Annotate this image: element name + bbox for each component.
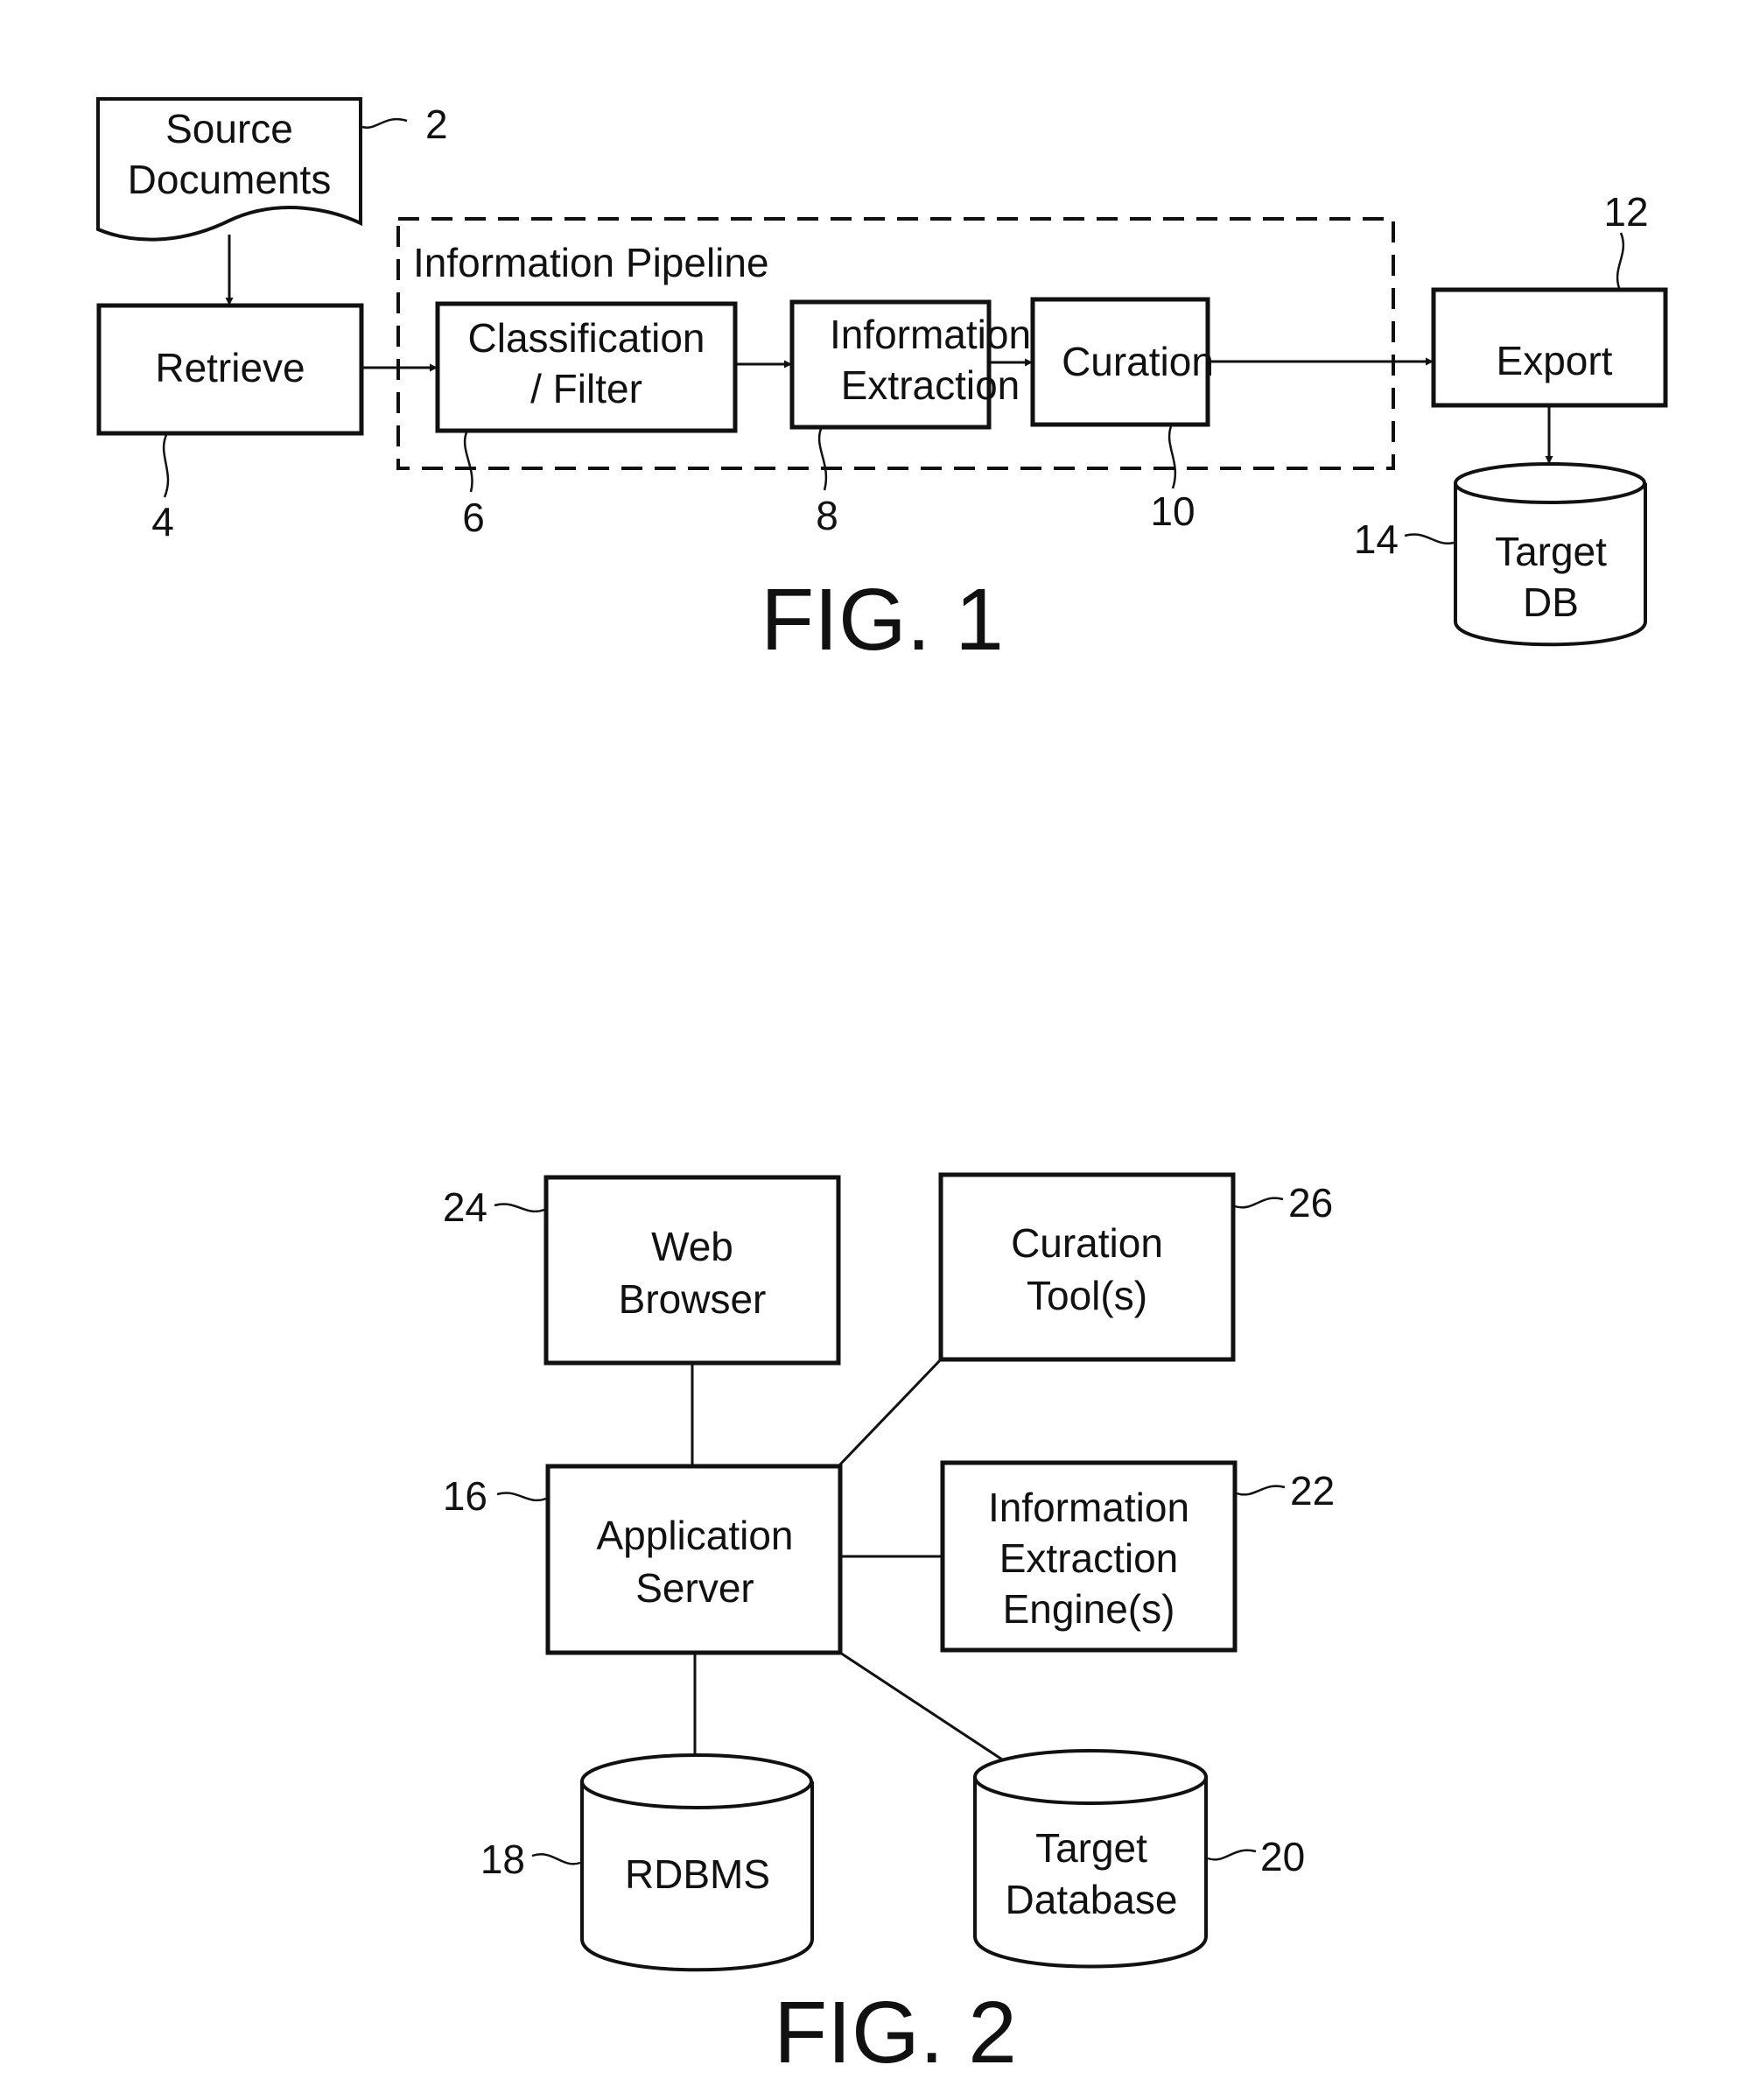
node-label-line-1: Target [1495,529,1607,574]
leader-line-18 [531,1853,581,1865]
node-label-line-1: Application [596,1513,793,1558]
cylinder-top [973,1749,1208,1805]
node-rdbms[interactable]: RDBMS [580,1753,814,1972]
node-curation-tools[interactable]: Curation Tool(s) [938,1172,1236,1362]
node-retrieve[interactable]: Retrieve [96,303,364,436]
node-application-server[interactable]: Application Server [545,1464,843,1655]
cylinder-top [1454,462,1646,504]
ref-numeral-4: 4 [151,499,174,544]
node-label-line-1: Target [1035,1825,1147,1871]
ref-numeral-20: 20 [1260,1834,1305,1879]
node-label-line-1: Source [165,106,293,151]
node-label-line-2: Server [635,1565,754,1611]
cylinder-top [580,1753,813,1809]
ref-numeral-22: 22 [1290,1468,1335,1514]
ref-numeral-24: 24 [443,1184,487,1230]
patent-diagram: Information Pipeline Source Documents 2 … [96,97,1668,2082]
ref-numeral-14: 14 [1354,516,1399,562]
ref-numeral-26: 26 [1288,1180,1333,1226]
node-label-line-1: Information [830,312,1031,357]
leader-line-16 [496,1492,547,1502]
node-target-db[interactable]: Target DB [1454,462,1647,647]
node-information-extraction[interactable]: Information Extraction [789,299,1031,430]
node-label-line-2: Documents [128,157,332,202]
ref-numeral-18: 18 [480,1837,525,1882]
node-label-line-1: Classification [468,315,705,361]
ref-numeral-16: 16 [443,1473,487,1519]
ref-numeral-10: 10 [1150,488,1195,534]
node-label-line-2: Extraction [841,362,1020,408]
ref-numeral-8: 8 [816,493,838,538]
figure-2: Web Browser 24 Curation Tool(s) 26 Appli… [443,1172,1335,2082]
node-label: Curation [1062,339,1214,384]
node-label: Retrieve [155,345,305,390]
leader-line-20 [1207,1849,1257,1861]
leader-line-22 [1236,1485,1286,1496]
figure-1: Information Pipeline Source Documents 2 … [96,97,1668,669]
application-server-box [545,1464,843,1655]
leader-line-12 [1616,232,1625,289]
node-export[interactable]: Export [1431,287,1668,408]
node-information-extraction-engines[interactable]: Information Extraction Engine(s) [940,1460,1238,1653]
ref-numeral-2: 2 [425,102,448,147]
curation-tools-box [938,1172,1236,1362]
edge-app-server-to-target-database [839,1651,1003,1761]
figure-caption: FIG. 1 [761,571,1004,669]
leader-line-24 [494,1203,545,1213]
leader-line-10 [1167,425,1177,489]
node-label-line-1: Curation [1011,1220,1163,1266]
node-label-line-2: DB [1523,579,1579,625]
leader-line-26 [1234,1197,1284,1209]
node-curation[interactable]: Curation [1030,297,1214,427]
node-label: RDBMS [625,1851,770,1897]
node-label-line-2: Browser [619,1276,767,1322]
leader-line-8 [817,428,828,491]
node-classification-filter[interactable]: Classification / Filter [435,301,738,433]
node-label-line-1: Information [988,1485,1189,1530]
node-label-line-2: Tool(s) [1027,1273,1147,1318]
cylinder-body [973,1777,1208,1969]
node-label-line-2: / Filter [530,366,642,411]
node-target-database[interactable]: Target Database [973,1749,1208,1969]
node-label: Export [1497,338,1613,383]
ref-numeral-12: 12 [1603,189,1648,235]
node-label-line-1: Web [651,1224,733,1269]
leader-line-6 [463,432,473,493]
edge-curation-tools-to-app-server [837,1358,943,1468]
node-label-line-3: Engine(s) [1003,1586,1175,1632]
web-browser-box [543,1175,841,1366]
ref-numeral-6: 6 [462,495,485,540]
leader-line-4 [162,434,170,498]
pipeline-label: Information Pipeline [413,240,769,285]
figure-caption: FIG. 2 [774,1984,1017,2082]
leader-line-14 [1404,533,1455,545]
leader-line-2 [361,117,408,130]
node-label-line-2: Extraction [999,1535,1179,1581]
node-source-documents[interactable]: Source Documents [96,97,362,242]
node-label-line-2: Database [1006,1877,1178,1922]
node-web-browser[interactable]: Web Browser [543,1175,841,1366]
